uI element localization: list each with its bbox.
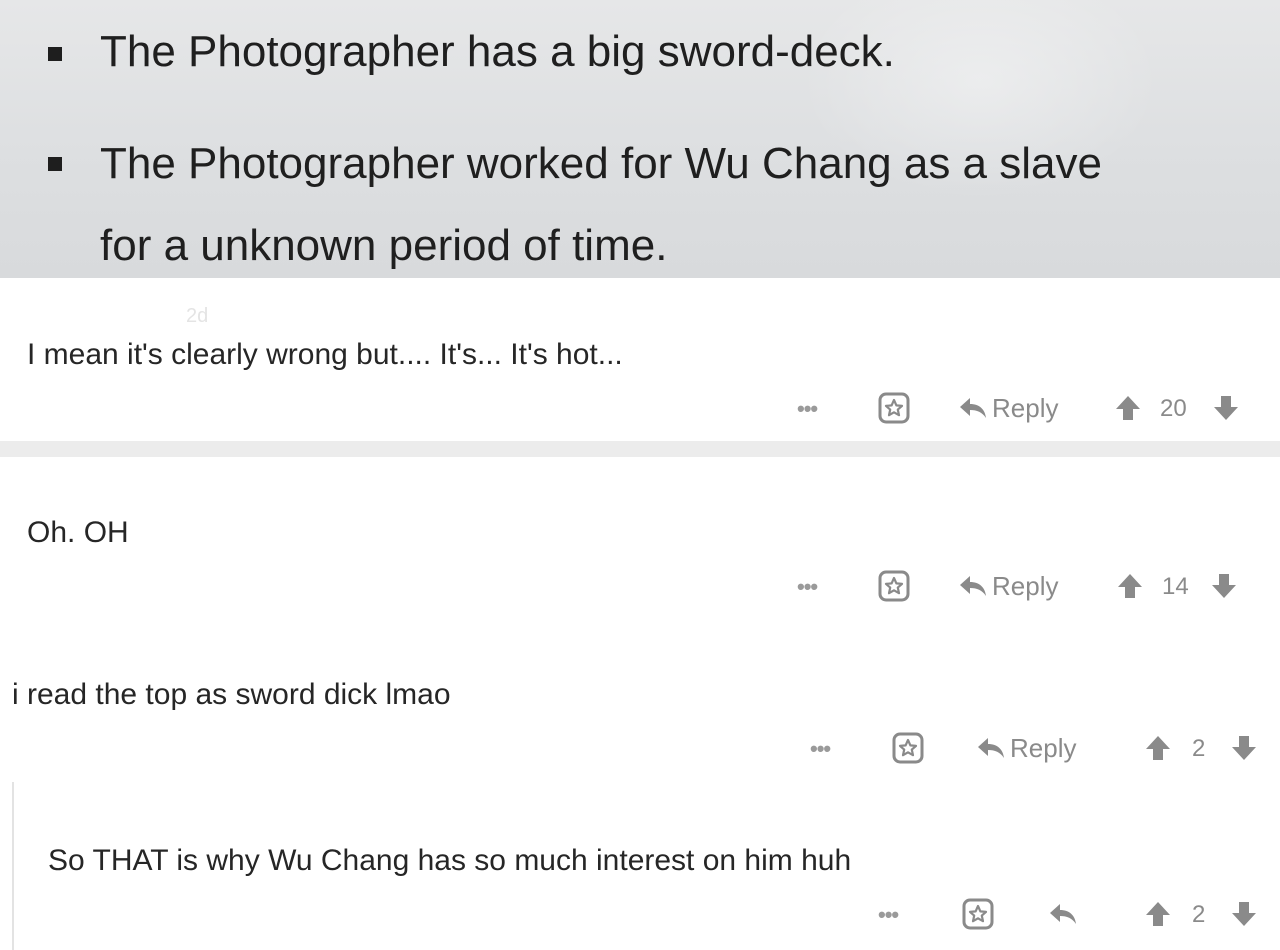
- downvote-arrow-icon[interactable]: [1210, 572, 1238, 600]
- post-content-area: The Photographer has a big sword-deck. T…: [0, 0, 1280, 278]
- downvote-arrow-icon[interactable]: [1230, 900, 1258, 928]
- comment-divider: [0, 441, 1280, 457]
- reply-button[interactable]: Reply: [976, 735, 1076, 761]
- bullet-icon: [48, 157, 62, 171]
- reply-label: Reply: [992, 393, 1059, 423]
- star-icon[interactable]: [878, 392, 910, 424]
- upvote-arrow-icon[interactable]: [1144, 734, 1172, 762]
- reply-arrow-icon[interactable]: [1048, 902, 1078, 926]
- post-bullet-text: The Photographer worked for Wu Chang as …: [100, 139, 1102, 188]
- upvote-arrow-icon[interactable]: [1114, 394, 1142, 422]
- reply-arrow-icon: [958, 396, 988, 420]
- more-options-icon[interactable]: •••: [878, 904, 899, 926]
- downvote-arrow-icon[interactable]: [1212, 394, 1240, 422]
- star-icon[interactable]: [962, 898, 994, 930]
- bullet-icon: [48, 47, 62, 61]
- downvote-arrow-icon[interactable]: [1230, 734, 1258, 762]
- reply-button[interactable]: Reply: [958, 395, 1058, 421]
- comment-text: Oh. OH: [27, 516, 129, 549]
- vote-count: 2: [1192, 735, 1206, 762]
- post-bullet-text-continued: for a unknown period of time.: [100, 221, 668, 270]
- reply-label: Reply: [1010, 733, 1077, 763]
- vote-count: 20: [1160, 395, 1187, 422]
- more-options-icon[interactable]: •••: [810, 738, 831, 760]
- upvote-arrow-icon[interactable]: [1144, 900, 1172, 928]
- comment-text: i read the top as sword dick lmao: [12, 678, 451, 711]
- post-bullet-text: The Photographer has a big sword-deck.: [100, 27, 895, 76]
- comment-text: I mean it's clearly wrong but.... It's..…: [27, 338, 623, 371]
- star-icon[interactable]: [892, 732, 924, 764]
- comment-text: So THAT is why Wu Chang has so much inte…: [48, 844, 852, 877]
- reply-arrow-icon: [976, 736, 1006, 760]
- thread-line: [12, 782, 14, 950]
- upvote-arrow-icon[interactable]: [1116, 572, 1144, 600]
- more-options-icon[interactable]: •••: [797, 576, 818, 598]
- reply-button[interactable]: Reply: [958, 573, 1058, 599]
- more-options-icon[interactable]: •••: [797, 398, 818, 420]
- vote-count: 14: [1162, 573, 1189, 600]
- star-icon[interactable]: [878, 570, 910, 602]
- comment-timestamp: 2d: [186, 305, 209, 327]
- reply-arrow-icon: [958, 574, 988, 598]
- vote-count: 2: [1192, 901, 1206, 928]
- reply-label: Reply: [992, 571, 1059, 601]
